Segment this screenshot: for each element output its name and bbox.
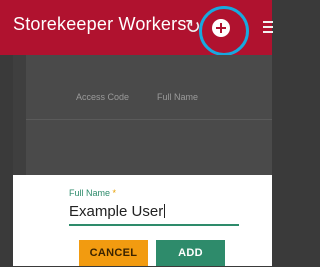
workers-table: Access Code Full Name [26,55,272,175]
refresh-icon[interactable]: ↻ [181,15,205,39]
full-name-label-text: Full Name [69,188,111,198]
side-strip [13,55,26,175]
app-header: Storekeeper Workers [0,0,272,55]
plus-icon [216,23,226,33]
more-icon[interactable] [262,19,274,35]
column-header-full-name: Full Name [157,92,199,102]
cancel-button[interactable]: CANCEL [79,240,148,266]
full-name-underline [69,224,239,226]
required-mark: * [112,188,117,198]
add-button[interactable]: ADD [156,240,225,266]
text-caret [164,204,166,218]
full-name-label: Full Name * [69,188,116,198]
full-name-input[interactable]: Example User [69,203,166,220]
add-circle-icon[interactable] [212,19,230,37]
full-name-value: Example User [69,203,164,220]
table-divider [26,119,272,120]
page-title: Storekeeper Workers [13,14,187,34]
column-header-access-code: Access Code [76,92,130,102]
